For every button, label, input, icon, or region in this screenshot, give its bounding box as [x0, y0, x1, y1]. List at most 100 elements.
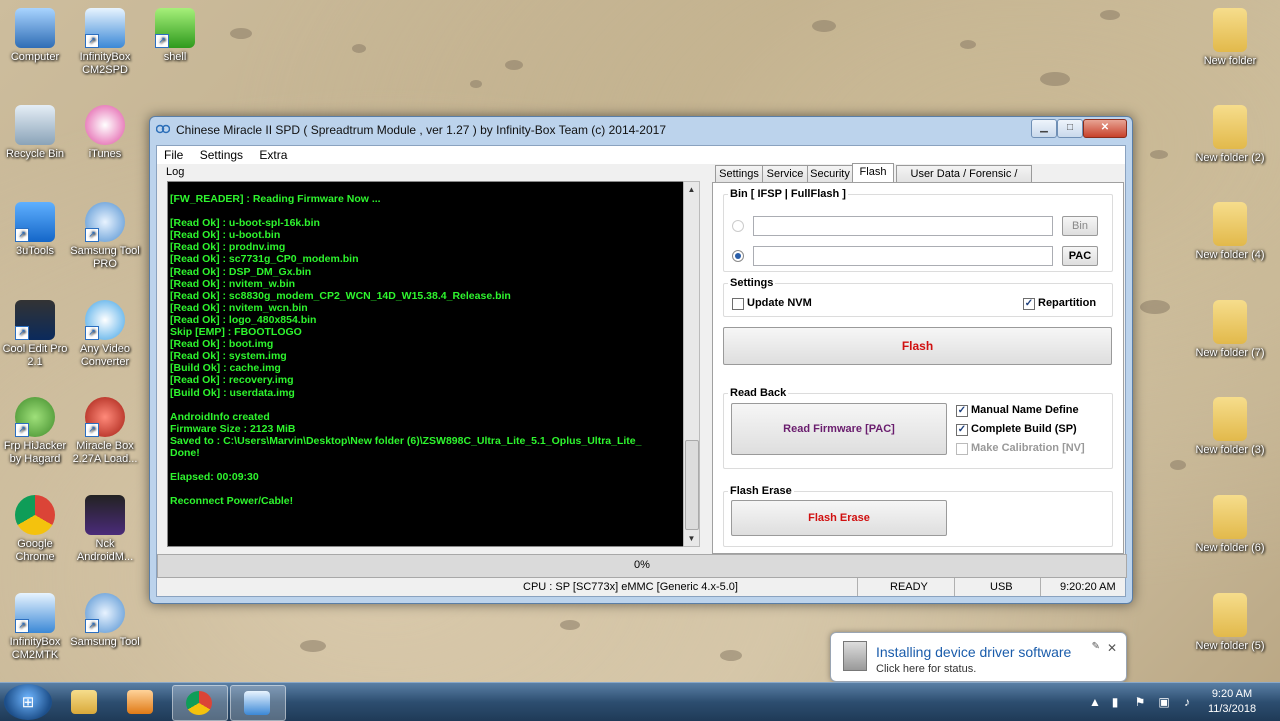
menu-bar: File Settings Extra	[157, 146, 1125, 164]
desktop-icon-label: Any Video Converter	[80, 343, 130, 368]
log-line: [Read Ok] : DSP_DM_Gx.bin	[170, 265, 312, 278]
desktop-icon-itunes[interactable]: iTunes	[68, 105, 142, 161]
tab-flash[interactable]: Flash	[852, 163, 894, 183]
desktop-icon-label: iTunes	[88, 148, 122, 160]
maximize-button[interactable]: □	[1057, 119, 1083, 138]
read-back-label: Read Back	[728, 387, 789, 399]
menu-extra[interactable]: Extra	[252, 146, 293, 162]
folder-icon	[1213, 105, 1247, 149]
clock-date: 11/3/2018	[1207, 703, 1257, 715]
device-tray-icon[interactable]: ▮	[1108, 695, 1122, 709]
pac-radio[interactable]	[732, 250, 744, 262]
desktop-icon-label: 3uTools	[16, 245, 54, 257]
desktop-folder[interactable]: New folder (2)	[1193, 105, 1267, 165]
desktop-icon-any-video-converter[interactable]: ↗ Any Video Converter	[68, 300, 142, 369]
show-hidden-icons[interactable]: ▲	[1088, 695, 1102, 709]
desktop-icon-label: Miracle Box 2.27A Load...	[72, 440, 138, 465]
log-console[interactable]: [FW_READER] : Reading Firmware Now ... […	[167, 181, 684, 547]
desktop-folder[interactable]: New folder (6)	[1193, 495, 1267, 555]
desktop-icon-google-chrome[interactable]: Google Chrome	[0, 495, 72, 564]
window-title: Chinese Miracle II SPD ( Spreadtrum Modu…	[176, 123, 666, 137]
desktop-icon-recycle-bin[interactable]: Recycle Bin	[0, 105, 72, 161]
bin-button[interactable]: Bin	[1062, 216, 1098, 236]
update-nvm-checkbox[interactable]	[732, 298, 744, 310]
flash-button[interactable]: Flash	[723, 327, 1112, 365]
scroll-up-icon[interactable]: ▲	[684, 182, 699, 197]
network-icon[interactable]: ▣	[1157, 695, 1171, 709]
desktop-icon-label: Computer	[10, 51, 60, 63]
taskbar-media-player[interactable]	[114, 685, 168, 719]
progress-bar: 0%	[157, 554, 1127, 578]
desktop-icon-samsung-tool[interactable]: ↗ Samsung Tool	[68, 593, 142, 649]
desktop-icon-samsung-tool-pro[interactable]: ↗ Samsung Tool PRO	[68, 202, 142, 271]
taskbar-spd[interactable]	[230, 685, 286, 721]
desktop-icon-infinitybox-cm2mtk[interactable]: ↗ InfinityBox CM2MTK	[0, 593, 72, 662]
bin-group-label: Bin [ IFSP | FullFlash ]	[728, 188, 848, 200]
scroll-down-icon[interactable]: ▼	[684, 531, 699, 546]
scroll-thumb[interactable]	[685, 440, 699, 530]
log-line: [Read Ok] : nvitem_wcn.bin	[170, 301, 308, 314]
minimize-button[interactable]: ▁	[1031, 119, 1057, 138]
taskbar-explorer[interactable]	[58, 685, 112, 719]
background-pebble	[505, 60, 523, 70]
bin-path-field[interactable]	[753, 216, 1053, 236]
tab-service[interactable]: Service	[762, 165, 808, 182]
desktop-icon-3utools[interactable]: ↗ 3uTools	[0, 202, 72, 258]
tab-settings[interactable]: Settings	[715, 165, 763, 182]
log-line: [Read Ok] : system.img	[170, 350, 287, 363]
log-line: [Read Ok] : boot.img	[170, 338, 274, 351]
desktop-icon-shell[interactable]: ↗ shell	[138, 8, 212, 64]
samsung-tool-icon: ↗	[85, 593, 125, 633]
folder-icon	[1213, 8, 1247, 52]
shell-icon: ↗	[155, 8, 195, 48]
pin-icon[interactable]: ✎	[1092, 641, 1100, 652]
desktop-folder[interactable]: New folder	[1193, 8, 1267, 68]
desktop-folder[interactable]: New folder (3)	[1193, 397, 1267, 457]
desktop-icon-label: Cool Edit Pro 2.1	[2, 343, 68, 368]
pac-button[interactable]: PAC	[1062, 246, 1098, 266]
log-label: Log	[166, 166, 185, 178]
desktop-icon-cool-edit-pro[interactable]: ↗ Cool Edit Pro 2.1	[0, 300, 72, 369]
pac-path-field[interactable]	[753, 246, 1053, 266]
background-pebble	[1100, 10, 1120, 20]
folder-icon	[1213, 202, 1247, 246]
chrome-icon	[186, 691, 212, 715]
desktop-icon-label: Samsung Tool PRO	[70, 245, 140, 270]
read-firmware-button[interactable]: Read Firmware [PAC]	[731, 403, 947, 455]
log-line: Firmware Size : 2123 MiB	[170, 422, 296, 435]
shortcut-arrow-icon: ↗	[155, 34, 169, 48]
desktop-icon-infinitybox-cm2spd[interactable]: ↗ InfinityBox CM2SPD	[68, 8, 142, 77]
start-button[interactable]: ⊞	[4, 684, 52, 720]
flash-erase-button[interactable]: Flash Erase	[731, 500, 947, 536]
tray-clock[interactable]: 9:20 AM 11/3/2018	[1197, 687, 1267, 717]
status-divider	[954, 578, 955, 596]
log-line: [Read Ok] : u-boot-spl-16k.bin	[170, 217, 320, 230]
close-icon[interactable]: ✕	[1107, 641, 1117, 655]
repartition-checkbox[interactable]: ✓	[1023, 298, 1035, 310]
complete-build-checkbox[interactable]: ✓	[956, 424, 968, 436]
menu-file[interactable]: File	[157, 146, 189, 162]
menu-settings[interactable]: Settings	[193, 146, 249, 162]
make-calibration-checkbox[interactable]	[956, 443, 968, 455]
desktop-folder[interactable]: New folder (7)	[1193, 300, 1267, 360]
log-line: [Read Ok] : u-boot.bin	[170, 229, 281, 242]
desktop-icon-frp-hijacker[interactable]: ↗ Frp HiJacker by Hagard	[0, 397, 72, 466]
desktop-icon-nck[interactable]: Nck AndroidM...	[68, 495, 142, 564]
driver-install-notification[interactable]: Installing device driver software Click …	[830, 632, 1127, 682]
bin-radio[interactable]	[732, 220, 744, 232]
desktop-folder[interactable]: New folder (5)	[1193, 593, 1267, 653]
desktop-folder[interactable]: New folder (4)	[1193, 202, 1267, 262]
volume-icon[interactable]: ♪	[1180, 695, 1194, 709]
desktop-icon-computer[interactable]: Computer	[0, 8, 72, 64]
log-line: [Build Ok] : userdata.img	[170, 386, 295, 399]
close-button[interactable]: ✕	[1083, 119, 1127, 138]
log-scrollbar[interactable]: ▲ ▼	[683, 181, 700, 547]
window-titlebar[interactable]: Chinese Miracle II SPD ( Spreadtrum Modu…	[150, 117, 1132, 143]
tab-user-data[interactable]: User Data / Forensic / Other	[896, 165, 1032, 196]
desktop-icon-miracle-box[interactable]: ↗ Miracle Box 2.27A Load...	[68, 397, 142, 466]
action-center-icon[interactable]: ⚑	[1133, 695, 1147, 709]
manual-name-checkbox[interactable]: ✓	[956, 405, 968, 417]
taskbar-chrome[interactable]	[172, 685, 228, 721]
tab-security[interactable]: Security	[807, 165, 853, 182]
